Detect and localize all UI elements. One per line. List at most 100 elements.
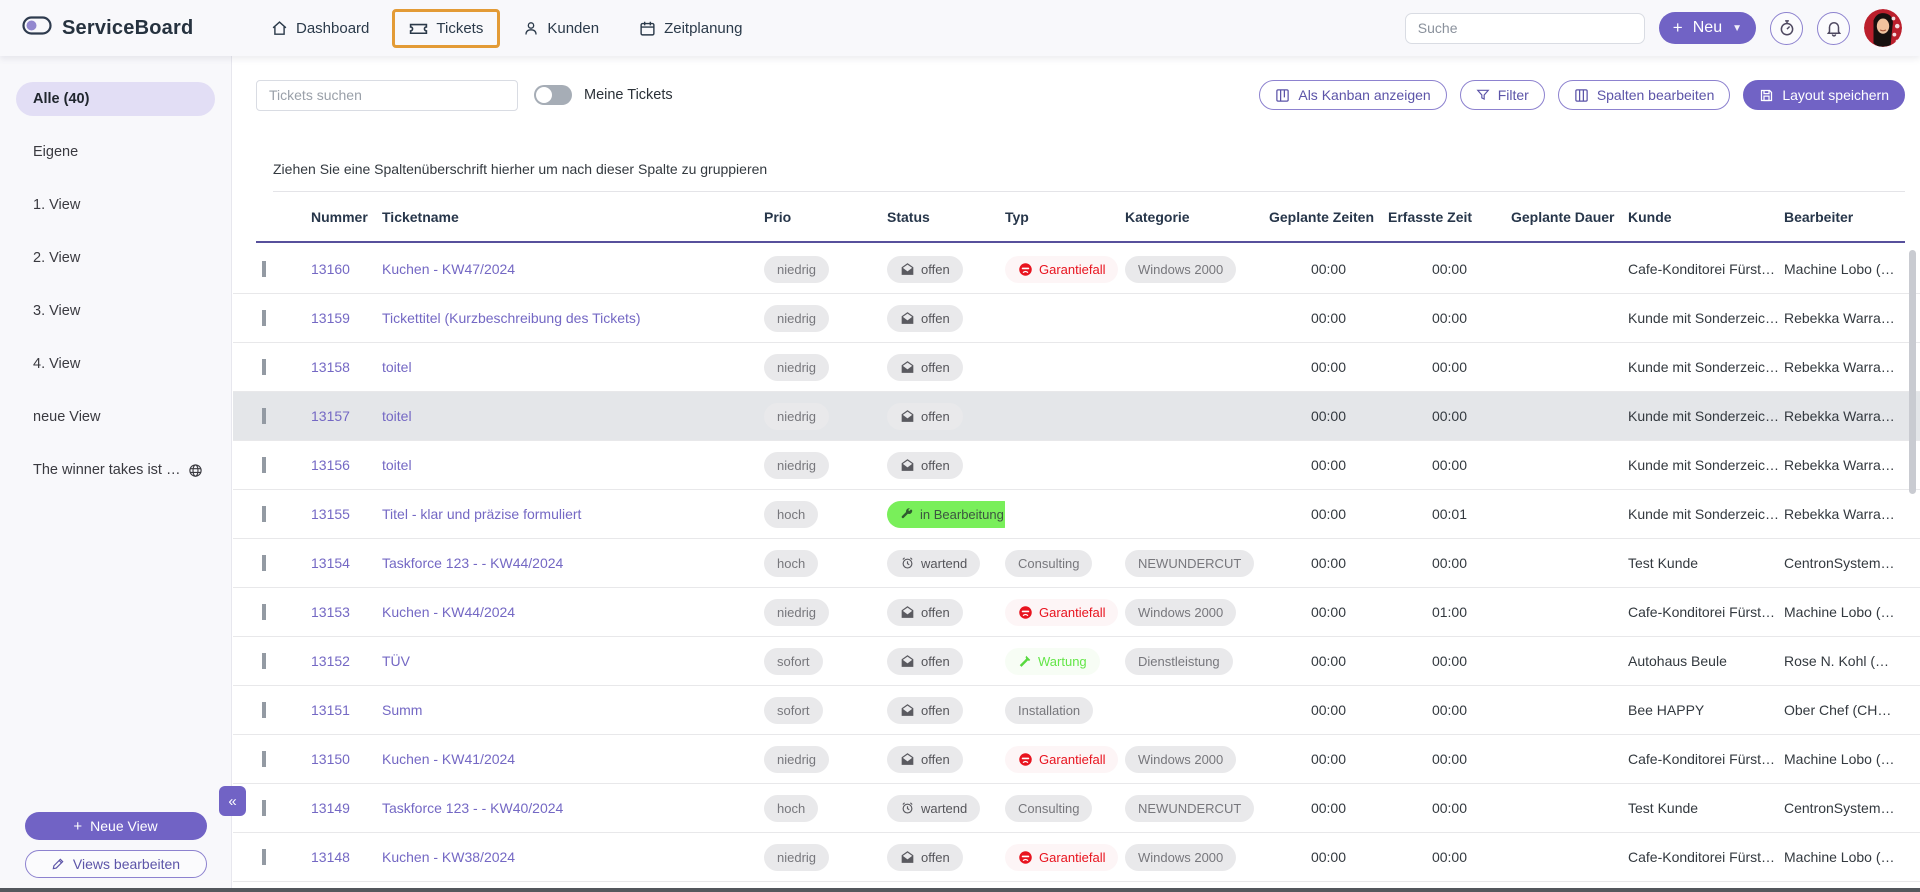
filter-button[interactable]: Filter	[1460, 80, 1545, 110]
row-checkbox[interactable]	[262, 359, 266, 375]
nav-item-tickets[interactable]: Tickets	[392, 9, 500, 48]
row-checkbox[interactable]	[262, 310, 266, 326]
group-by-dropzone[interactable]: Ziehen Sie eine Spaltenüberschrift hierh…	[273, 146, 1905, 192]
table-row[interactable]: 13157toitelniedrigoffen00:0000:00Kunde m…	[233, 392, 1920, 441]
column-header-bearbeiter[interactable]: Bearbeiter	[1784, 209, 1905, 225]
calendar-icon	[639, 20, 656, 37]
global-search-input[interactable]	[1405, 13, 1645, 44]
column-header-status[interactable]: Status	[887, 209, 1005, 225]
ticket-name-link[interactable]: Tickettitel (Kurzbeschreibung des Ticket…	[382, 310, 764, 326]
table-row[interactable]: 13159Tickettitel (Kurzbeschreibung des T…	[233, 294, 1920, 343]
sidebar-collapse-button[interactable]: «	[219, 786, 246, 816]
sidebar-view-item[interactable]: The winner takes ist …	[16, 453, 215, 487]
ticket-number-link[interactable]: 13157	[311, 408, 382, 424]
ticket-number-link[interactable]: 13156	[311, 457, 382, 473]
table-row[interactable]: 13152TÜVsofortoffenWartungDienstleistung…	[233, 637, 1920, 686]
ticket-number-link[interactable]: 13154	[311, 555, 382, 571]
row-checkbox[interactable]	[262, 261, 266, 277]
ticket-number-link[interactable]: 13152	[311, 653, 382, 669]
row-checkbox[interactable]	[262, 408, 266, 424]
ticket-number-link[interactable]: 13148	[311, 849, 382, 865]
user-avatar[interactable]	[1864, 9, 1902, 47]
column-header-erfasste-zeit[interactable]: Erfasste Zeit	[1388, 209, 1511, 225]
ticket-search-input[interactable]	[256, 80, 518, 111]
ticket-name-link[interactable]: Titel - klar und präzise formuliert	[382, 506, 764, 522]
category-badge: NEWUNDERCUT	[1125, 795, 1254, 822]
table-row[interactable]: 13160Kuchen - KW47/2024niedrigoffenGaran…	[233, 245, 1920, 294]
new-view-button[interactable]: + Neue View	[25, 812, 207, 840]
edit-columns-button[interactable]: Spalten bearbeiten	[1558, 80, 1731, 110]
nav-item-kunden[interactable]: Kunden	[506, 9, 616, 48]
ticket-number-link[interactable]: 13160	[311, 261, 382, 277]
sidebar-view-item[interactable]: neue View	[16, 400, 215, 434]
row-checkbox[interactable]	[262, 506, 266, 522]
column-header-ticketname[interactable]: Ticketname	[382, 209, 764, 225]
customer-cell: Test Kunde	[1628, 800, 1784, 816]
column-header-geplante-zeiten[interactable]: Geplante Zeiten	[1269, 209, 1388, 225]
row-checkbox[interactable]	[262, 604, 266, 620]
ticket-name-link[interactable]: toitel	[382, 408, 764, 424]
row-checkbox[interactable]	[262, 751, 266, 767]
new-button[interactable]: + Neu ▼	[1659, 12, 1756, 44]
sidebar-view-item[interactable]: Eigene	[16, 135, 215, 169]
sidebar-view-item[interactable]: 1. View	[16, 188, 215, 222]
kanban-view-button[interactable]: Als Kanban anzeigen	[1259, 80, 1446, 110]
column-header-nummer[interactable]: Nummer	[311, 209, 382, 225]
save-layout-button[interactable]: Layout speichern	[1743, 80, 1905, 110]
ticket-number-link[interactable]: 13149	[311, 800, 382, 816]
column-header-prio[interactable]: Prio	[764, 209, 887, 225]
horizontal-scrollbar[interactable]	[0, 888, 1920, 892]
row-checkbox[interactable]	[262, 653, 266, 669]
table-row[interactable]: 13153Kuchen - KW44/2024niedrigoffenGaran…	[233, 588, 1920, 637]
sidebar-view-item[interactable]: 2. View	[16, 241, 215, 275]
sidebar-view-item[interactable]: 3. View	[16, 294, 215, 328]
column-header-kunde[interactable]: Kunde	[1628, 209, 1784, 225]
ticket-name-link[interactable]: TÜV	[382, 653, 764, 669]
timer-button[interactable]	[1770, 12, 1803, 45]
ticket-name-link[interactable]: Kuchen - KW44/2024	[382, 604, 764, 620]
ticket-number-link[interactable]: 13151	[311, 702, 382, 718]
ticket-name-link[interactable]: toitel	[382, 359, 764, 375]
vertical-scrollbar[interactable]	[1909, 250, 1916, 494]
table-row[interactable]: 13150Kuchen - KW41/2024niedrigoffenGaran…	[233, 735, 1920, 784]
table-row[interactable]: 13151SummsofortoffenInstallation00:0000:…	[233, 686, 1920, 735]
edit-views-button[interactable]: Views bearbeiten	[25, 850, 207, 878]
my-tickets-toggle[interactable]: Meine Tickets	[534, 85, 673, 105]
row-checkbox[interactable]	[262, 702, 266, 718]
nav-item-zeitplanung[interactable]: Zeitplanung	[622, 9, 759, 48]
notifications-button[interactable]	[1817, 12, 1850, 45]
assignee-cell: Rebekka Warra…	[1784, 506, 1905, 522]
sidebar-view-item[interactable]: Alle (40)	[16, 82, 215, 116]
ticket-name-link[interactable]: Kuchen - KW38/2024	[382, 849, 764, 865]
sidebar-view-item[interactable]: 4. View	[16, 347, 215, 381]
ticket-number-link[interactable]: 13159	[311, 310, 382, 326]
category-badge: Windows 2000	[1125, 256, 1236, 283]
column-header-typ[interactable]: Typ	[1005, 209, 1125, 225]
ticket-number-link[interactable]: 13155	[311, 506, 382, 522]
ticket-name-link[interactable]: Kuchen - KW47/2024	[382, 261, 764, 277]
table-row[interactable]: 13154Taskforce 123 - - KW44/2024hochwart…	[233, 539, 1920, 588]
ticket-number-link[interactable]: 13153	[311, 604, 382, 620]
ticket-name-link[interactable]: toitel	[382, 457, 764, 473]
table-row[interactable]: 13149Taskforce 123 - - KW40/2024hochwart…	[233, 784, 1920, 833]
ticket-number-link[interactable]: 13150	[311, 751, 382, 767]
toggle-track[interactable]	[534, 85, 572, 105]
table-body: 13160Kuchen - KW47/2024niedrigoffenGaran…	[233, 245, 1920, 888]
ticket-name-link[interactable]: Taskforce 123 - - KW40/2024	[382, 800, 764, 816]
row-checkbox[interactable]	[262, 457, 266, 473]
column-header-geplante-dauer[interactable]: Geplante Dauer	[1511, 209, 1628, 225]
table-row[interactable]: 13148Kuchen - KW38/2024niedrigoffenGaran…	[233, 833, 1920, 882]
row-checkbox[interactable]	[262, 555, 266, 571]
ticket-name-link[interactable]: Summ	[382, 702, 764, 718]
table-row[interactable]: 13158toitelniedrigoffen00:0000:00Kunde m…	[233, 343, 1920, 392]
ticket-name-link[interactable]: Kuchen - KW41/2024	[382, 751, 764, 767]
ticket-number-link[interactable]: 13158	[311, 359, 382, 375]
ticket-name-link[interactable]: Taskforce 123 - - KW44/2024	[382, 555, 764, 571]
table-row[interactable]: 13155Titel - klar und präzise formuliert…	[233, 490, 1920, 539]
row-checkbox[interactable]	[262, 800, 266, 816]
nav-item-dashboard[interactable]: Dashboard	[254, 9, 386, 48]
table-row[interactable]: 13156toitelniedrigoffen00:0000:00Kunde m…	[233, 441, 1920, 490]
column-header-kategorie[interactable]: Kategorie	[1125, 209, 1269, 225]
person-icon	[523, 20, 539, 37]
row-checkbox[interactable]	[262, 849, 266, 865]
